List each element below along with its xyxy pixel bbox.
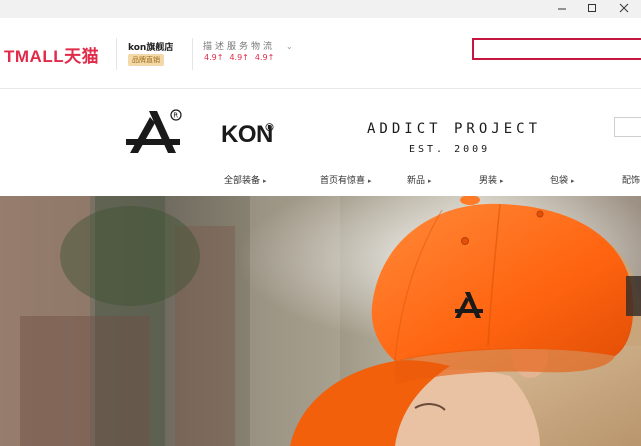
rating-description: 4.9↑ — [204, 53, 224, 62]
shop-ratings: 4.9↑ 4.9↑ 4.9↑ — [204, 53, 274, 62]
hero-banner[interactable] — [0, 196, 641, 446]
nav-item-new[interactable]: 新品 ▸ — [407, 173, 432, 186]
brand-bar: R KON ® ADDICT PROJECT EST. 2009 全部装备 ▸ 首… — [0, 89, 641, 196]
shop-name[interactable]: kon旗舰店 — [128, 40, 173, 53]
nav-item-menswear[interactable]: 男装 ▸ — [479, 173, 504, 186]
nav-item-bags[interactable]: 包袋 ▸ — [550, 173, 575, 186]
chevron-right-icon: ▸ — [571, 177, 575, 185]
chevron-right-icon: ▸ — [428, 177, 432, 185]
nav-item-label: 全部装备 — [224, 176, 261, 186]
nav-item-all-gear[interactable]: 全部装备 ▸ — [224, 173, 267, 186]
minimize-icon[interactable] — [548, 0, 576, 16]
header-divider — [192, 38, 193, 70]
nav-item-label: 首页有惊喜 — [320, 176, 366, 186]
maximize-icon[interactable] — [578, 0, 606, 16]
mini-search-box[interactable] — [614, 117, 641, 137]
rating-title: 描述服务物流 — [203, 42, 276, 52]
header-divider — [116, 38, 117, 70]
brand-tagline: ADDICT PROJECT — [367, 121, 542, 137]
nav-item-home-surprise[interactable]: 首页有惊喜 ▸ — [320, 173, 372, 186]
store-header: TMALL天猫 kon旗舰店 品牌直销 描述服务物流 4.9↑ 4.9↑ 4.9… — [0, 18, 641, 89]
nav-item-label: 包袋 — [550, 176, 569, 186]
tmall-logo[interactable]: TMALL天猫 — [4, 42, 99, 67]
shop-badge: 品牌直销 — [128, 54, 164, 66]
window-titlebar — [0, 0, 641, 18]
chevron-right-icon: ▸ — [368, 177, 372, 185]
nav-item-label: 男装 — [479, 176, 498, 186]
svg-text:R: R — [173, 112, 178, 120]
rating-service: 4.9↑ — [229, 53, 249, 62]
nav-item-label: 配饰 — [622, 176, 641, 186]
chevron-down-icon[interactable]: ⌄ — [286, 42, 293, 51]
chevron-right-icon: ▸ — [500, 177, 504, 185]
brand-established: EST. 2009 — [409, 144, 491, 155]
close-icon[interactable] — [610, 0, 638, 16]
nav-item-accessories[interactable]: 配饰 — [622, 173, 640, 186]
chevron-right-icon: ▸ — [263, 177, 267, 185]
kon-a-logo[interactable]: R — [124, 107, 184, 159]
store-nav: 全部装备 ▸ 首页有惊喜 ▸ 新品 ▸ 男装 ▸ 包袋 ▸ 配饰 — [0, 173, 641, 187]
rating-logistics: 4.9↑ — [254, 53, 275, 62]
orange-cap-banner — [0, 196, 641, 446]
search-input[interactable] — [472, 38, 641, 60]
nav-item-label: 新品 — [407, 176, 426, 186]
brand-name-registered: ® — [264, 121, 275, 134]
